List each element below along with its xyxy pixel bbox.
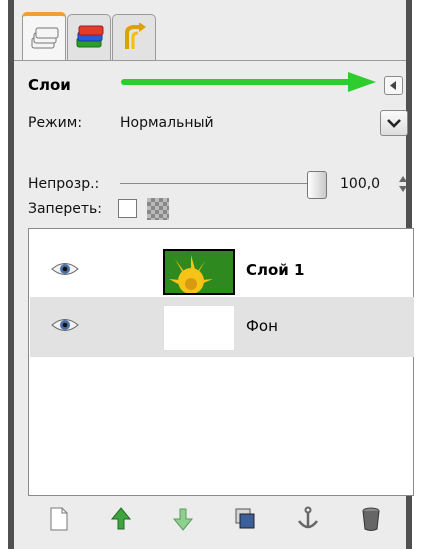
layer-name[interactable]: Слой 1 [246, 261, 304, 279]
anchor-layer-icon[interactable] [296, 506, 320, 532]
raise-layer-icon[interactable] [110, 506, 132, 532]
opacity-slider-handle[interactable] [307, 171, 327, 199]
undo-history-icon [125, 23, 146, 49]
layers-icon [31, 27, 59, 49]
layer-row[interactable]: Слой 1 [30, 241, 414, 301]
tab-channels[interactable] [67, 14, 111, 60]
lock-pixels-checkbox[interactable] [118, 199, 137, 218]
layers-list[interactable]: Слой 1 Фон [28, 228, 414, 496]
channels-icon [76, 25, 104, 48]
eye-icon[interactable] [50, 259, 80, 279]
lower-layer-icon[interactable] [172, 506, 194, 532]
duplicate-layer-icon[interactable] [234, 506, 256, 532]
layer-thumbnail [163, 305, 235, 351]
tab-undo-history[interactable] [112, 14, 156, 60]
sunflower-thumbnail [165, 251, 233, 293]
mode-dropdown-button[interactable] [380, 110, 408, 136]
opacity-label: Непрозр.: [28, 176, 100, 192]
configure-tab-button[interactable] [384, 76, 403, 95]
triangle-left-icon [390, 81, 396, 90]
layer-thumbnail [163, 249, 235, 295]
layer-row[interactable]: Фон [30, 297, 414, 357]
annotation-arrow [121, 72, 376, 92]
opacity-value[interactable]: 100,0 [340, 176, 380, 192]
chevron-down-icon [387, 119, 401, 128]
layers-toolbar [28, 498, 414, 538]
layer-name[interactable]: Фон [246, 317, 278, 335]
lock-alpha-icon[interactable] [147, 198, 169, 220]
opacity-slider-track[interactable] [120, 183, 310, 184]
tab-layers[interactable] [22, 12, 66, 60]
new-layer-icon[interactable] [48, 506, 70, 532]
tabs-divider [14, 60, 406, 61]
mode-label: Режим: [28, 115, 83, 131]
lock-label: Запереть: [28, 201, 102, 217]
delete-layer-icon[interactable] [360, 506, 382, 532]
eye-icon[interactable] [50, 315, 80, 335]
opacity-spinner-icon[interactable] [398, 172, 408, 196]
mode-select[interactable]: Нормальный [120, 115, 214, 131]
panel-title: Слои [28, 76, 71, 94]
